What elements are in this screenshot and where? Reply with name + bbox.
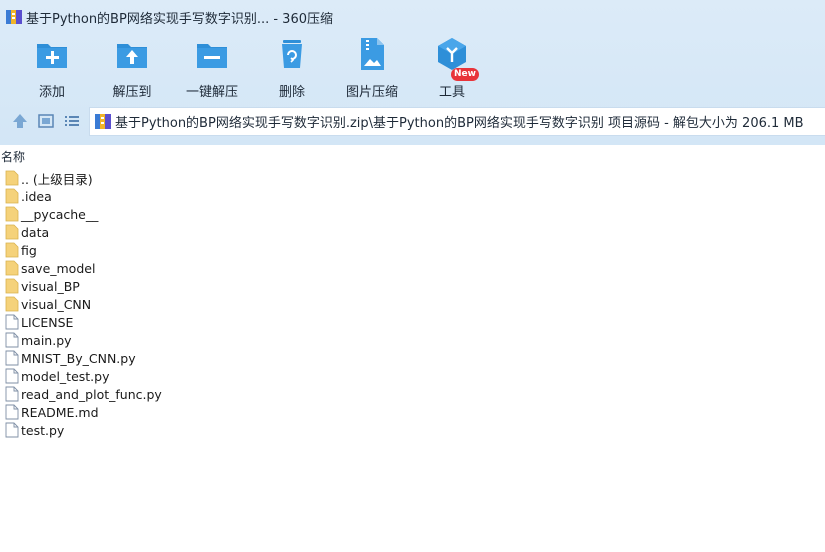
list-item[interactable]: README.md	[0, 403, 825, 421]
app-window: 基于Python的BP网络实现手写数字识别... - 360压缩 添加 解压到 …	[0, 0, 825, 552]
column-header-label: 名称	[1, 150, 26, 164]
file-name: visual_BP	[21, 278, 80, 294]
top-panel: 基于Python的BP网络实现手写数字识别... - 360压缩 添加 解压到 …	[0, 0, 825, 145]
file-icon	[5, 386, 19, 402]
file-name: MNIST_By_CNN.py	[21, 350, 136, 366]
one-click-extract-icon	[197, 44, 227, 68]
file-icon	[5, 314, 19, 330]
list-item[interactable]: .. (上级目录)	[0, 169, 825, 187]
list-item[interactable]: fig	[0, 241, 825, 259]
list-item[interactable]: data	[0, 223, 825, 241]
folder-icon	[5, 296, 19, 312]
up-arrow-icon[interactable]	[11, 112, 29, 130]
image-compress-button[interactable]: 图片压缩	[332, 36, 412, 100]
file-name: LICENSE	[21, 314, 74, 330]
folder-icon	[5, 242, 19, 258]
delete-label: 删除	[278, 85, 305, 100]
one-click-extract-label: 一键解压	[185, 85, 238, 100]
list-item[interactable]: model_test.py	[0, 367, 825, 385]
column-header-name[interactable]: 名称	[0, 145, 825, 165]
list-item[interactable]: main.py	[0, 331, 825, 349]
file-icon	[5, 368, 19, 384]
recycle-bin-icon	[282, 40, 302, 68]
tools-label: 工具	[438, 85, 465, 100]
list-item[interactable]: visual_CNN	[0, 295, 825, 313]
folder-icon	[5, 170, 19, 186]
toolbar: 添加 解压到 一键解压 删除 图片压缩 工具 New	[0, 36, 825, 100]
extract-to-button[interactable]: 解压到	[92, 36, 172, 100]
zip-archive-icon	[95, 114, 111, 129]
file-list: .. (上级目录) .idea __pycache__ data fig sav…	[0, 169, 825, 439]
file-name: __pycache__	[21, 206, 99, 222]
one-click-extract-button[interactable]: 一键解压	[172, 36, 252, 100]
file-name: read_and_plot_func.py	[21, 386, 162, 402]
file-name: data	[21, 224, 50, 240]
delete-button[interactable]: 删除	[252, 36, 332, 100]
list-item[interactable]: visual_BP	[0, 277, 825, 295]
file-name: fig	[21, 242, 37, 258]
list-item[interactable]: test.py	[0, 421, 825, 439]
window-title: 基于Python的BP网络实现手写数字识别... - 360压缩	[26, 11, 333, 27]
title-bar: 基于Python的BP网络实现手写数字识别... - 360压缩	[0, 0, 825, 34]
image-compress-label: 图片压缩	[345, 85, 398, 100]
list-item[interactable]: LICENSE	[0, 313, 825, 331]
address-path-text: 基于Python的BP网络实现手写数字识别.zip\基于Python的BP网络实…	[115, 116, 804, 131]
tools-button[interactable]: 工具	[412, 36, 492, 100]
file-name: main.py	[21, 332, 72, 348]
add-button[interactable]: 添加	[12, 36, 92, 100]
list-item[interactable]: .idea	[0, 187, 825, 205]
folder-icon	[5, 206, 19, 222]
file-name: .. (上级目录)	[21, 171, 93, 187]
list-item[interactable]: MNIST_By_CNN.py	[0, 349, 825, 367]
list-item[interactable]: save_model	[0, 259, 825, 277]
file-icon	[5, 422, 19, 438]
list-view-icon[interactable]	[63, 112, 81, 130]
folder-icon	[5, 260, 19, 276]
extract-to-folder-icon	[117, 44, 147, 68]
file-name: README.md	[21, 404, 99, 420]
file-icon	[5, 404, 19, 420]
add-folder-icon	[37, 44, 67, 68]
extract-to-label: 解压到	[112, 85, 152, 100]
thumbnail-view-icon[interactable]	[37, 112, 55, 130]
file-icon	[5, 350, 19, 366]
list-item[interactable]: read_and_plot_func.py	[0, 385, 825, 403]
add-label: 添加	[38, 85, 65, 100]
file-name: visual_CNN	[21, 296, 92, 312]
new-badge: New	[451, 68, 479, 81]
archive-stack-icon	[6, 10, 22, 24]
file-name: model_test.py	[21, 368, 110, 384]
file-name: save_model	[21, 260, 96, 276]
file-name: .idea	[21, 188, 52, 204]
image-compress-icon	[361, 38, 384, 70]
folder-icon	[5, 188, 19, 204]
address-path-field[interactable]: 基于Python的BP网络实现手写数字识别.zip\基于Python的BP网络实…	[89, 107, 825, 136]
tools-cube-icon	[438, 38, 466, 70]
folder-icon	[5, 278, 19, 294]
list-item[interactable]: __pycache__	[0, 205, 825, 223]
folder-icon	[5, 224, 19, 240]
file-icon	[5, 332, 19, 348]
address-bar: 基于Python的BP网络实现手写数字识别.zip\基于Python的BP网络实…	[0, 104, 825, 138]
file-name: test.py	[21, 422, 65, 438]
